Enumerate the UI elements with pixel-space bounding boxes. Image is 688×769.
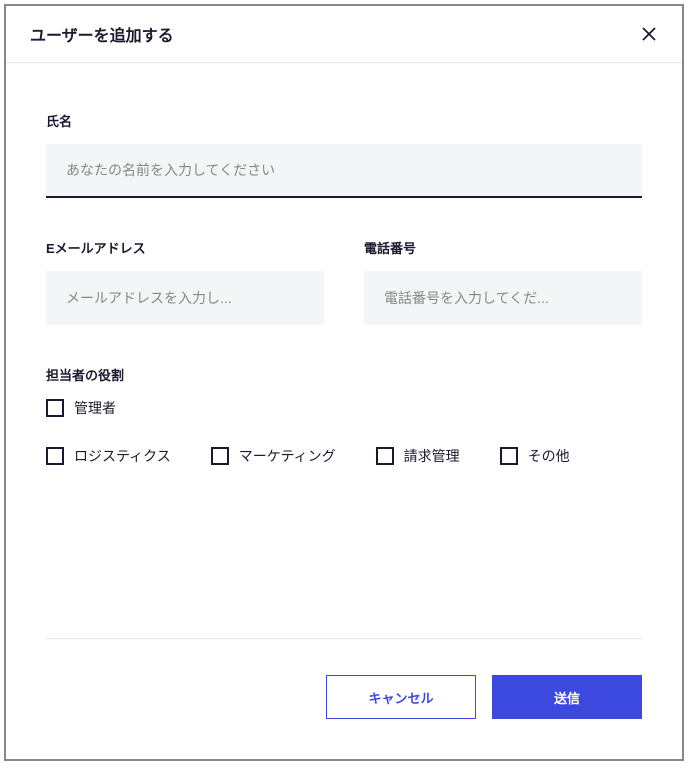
checkbox-box-icon [376,447,394,465]
cancel-button[interactable]: キャンセル [326,675,476,719]
checkbox-billing-label: 請求管理 [404,446,460,466]
checkbox-box-icon [500,447,518,465]
close-icon[interactable] [640,25,658,43]
checkbox-box-icon [46,399,64,417]
checkbox-row-admin: 管理者 [46,398,642,418]
name-input[interactable] [46,144,642,198]
checkbox-admin[interactable]: 管理者 [46,398,642,418]
email-label: Eメールアドレス [46,238,324,257]
checkbox-box-icon [46,447,64,465]
phone-input[interactable] [364,271,642,325]
checkbox-row-others: ロジスティクス マーケティング 請求管理 その他 [46,446,642,466]
checkbox-billing[interactable]: 請求管理 [376,446,460,466]
phone-label: 電話番号 [364,238,642,257]
checkbox-admin-label: 管理者 [74,398,116,418]
modal-header: ユーザーを追加する [6,6,682,63]
checkbox-marketing-label: マーケティング [239,446,336,466]
name-field-group: 氏名 [46,111,642,198]
checkbox-marketing[interactable]: マーケティング [211,446,336,466]
add-user-modal: ユーザーを追加する 氏名 Eメールアドレス 電話番号 担当者の役割 [4,4,684,761]
modal-footer: キャンセル 送信 [6,638,682,759]
footer-divider [46,638,642,639]
name-label: 氏名 [46,111,642,130]
footer-actions: キャンセル 送信 [46,675,642,719]
submit-button[interactable]: 送信 [492,675,642,719]
modal-body: 氏名 Eメールアドレス 電話番号 担当者の役割 管理者 [6,63,682,638]
email-input[interactable] [46,271,324,325]
contact-field-row: Eメールアドレス 電話番号 [46,238,642,325]
checkbox-box-icon [211,447,229,465]
email-field-group: Eメールアドレス [46,238,324,325]
checkbox-logistics[interactable]: ロジスティクス [46,446,171,466]
checkbox-logistics-label: ロジスティクス [74,446,171,466]
roles-section: 担当者の役割 管理者 ロジスティクス マーケティング 請求管 [46,365,642,466]
checkbox-other[interactable]: その他 [500,446,570,466]
phone-field-group: 電話番号 [364,238,642,325]
checkbox-other-label: その他 [528,446,570,466]
modal-title: ユーザーを追加する [30,22,174,46]
spacer [46,486,642,638]
roles-label: 担当者の役割 [46,365,642,384]
